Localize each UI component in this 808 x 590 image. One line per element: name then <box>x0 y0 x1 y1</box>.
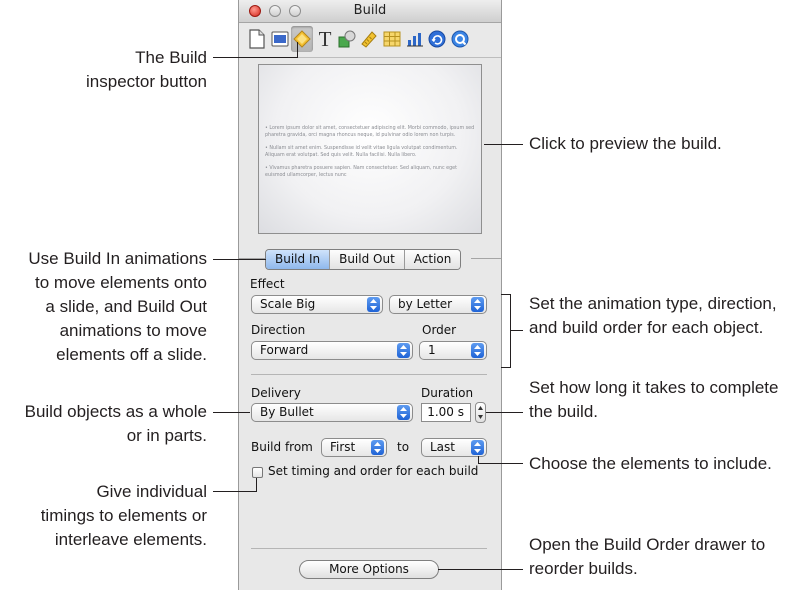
direction-popup[interactable]: Forward <box>251 341 413 360</box>
table-icon <box>383 31 401 47</box>
quicktime-icon <box>451 30 469 48</box>
leader-line <box>213 57 297 58</box>
leader-line <box>510 330 523 331</box>
callout-build-order: Open the Build Order drawer to reorder b… <box>529 535 766 578</box>
bottom-separator <box>251 548 487 549</box>
callout-build-in-out: Use Build In animations to move elements… <box>28 249 207 364</box>
build-icon <box>293 30 311 48</box>
tab-action[interactable]: Action <box>404 250 461 269</box>
text-inspector-button[interactable]: T <box>314 26 336 52</box>
more-options-button[interactable]: More Options <box>299 560 439 579</box>
effect-label: Effect <box>250 277 285 291</box>
leader-line <box>486 412 523 413</box>
callout-delivery: Build objects as a whole or in parts. <box>24 402 207 445</box>
leader-line <box>478 463 523 464</box>
callout-timings: Give individual timings to elements or i… <box>40 482 207 549</box>
build-tabs: Build In Build Out Action <box>265 249 462 270</box>
direction-value: Forward <box>260 343 309 357</box>
document-icon <box>249 29 265 49</box>
leader-line <box>484 144 523 145</box>
table-inspector-button[interactable] <box>381 26 403 52</box>
leader-line <box>256 478 257 492</box>
quicktime-inspector-button[interactable] <box>449 26 471 52</box>
order-label: Order <box>422 323 457 337</box>
popup-arrows-icon <box>367 297 380 312</box>
effect-value: Scale Big <box>260 297 316 311</box>
hyperlink-inspector-button[interactable] <box>426 26 448 52</box>
leader-line <box>297 42 298 58</box>
text-icon: T <box>319 29 332 49</box>
build-to-label: to <box>397 440 410 454</box>
slide-icon <box>271 31 289 47</box>
effect-detail-value: by Letter <box>398 297 453 311</box>
build-preview[interactable]: • Lorem ipsum dolor sit amet, consectetu… <box>258 64 482 234</box>
duration-field[interactable]: 1.00 s <box>421 403 471 422</box>
build-from-label: Build from <box>251 440 313 454</box>
inspector-toolbar: T <box>239 23 501 58</box>
build-from-value: First <box>330 440 356 454</box>
callout-animation-type: Set the animation type, direction, and b… <box>529 294 777 337</box>
callout-elements: Choose the elements to include. <box>529 454 772 473</box>
document-inspector-button[interactable] <box>246 26 268 52</box>
chart-icon <box>407 33 423 47</box>
duration-stepper[interactable] <box>475 402 486 423</box>
callout-duration: Set how long it takes to complete the bu… <box>529 378 779 421</box>
leader-line <box>213 412 250 413</box>
stepper-arrows-icon <box>478 406 483 419</box>
timing-order-label: Set timing and order for each build <box>268 464 479 478</box>
effect-popup[interactable]: Scale Big <box>251 295 383 314</box>
metrics-icon <box>361 31 377 48</box>
popup-arrows-icon <box>397 405 410 420</box>
order-value: 1 <box>428 343 436 357</box>
popup-arrows-icon <box>397 343 410 358</box>
section-separator <box>251 374 487 375</box>
callout-inspector-button: The Build inspector button <box>86 48 207 91</box>
chart-inspector-button[interactable] <box>404 26 426 52</box>
leader-line <box>213 259 266 260</box>
delivery-value: By Bullet <box>260 405 314 419</box>
tab-build-out[interactable]: Build Out <box>330 250 405 269</box>
title-bar[interactable]: Build <box>239 0 501 23</box>
preview-bullet: • Vivamus pharetra posuere sapien. Nam c… <box>265 166 457 178</box>
tab-divider-right <box>471 258 501 259</box>
callout-preview: Click to preview the build. <box>529 134 722 153</box>
svg-text:T: T <box>319 29 332 49</box>
leader-line <box>438 569 523 570</box>
build-from-popup[interactable]: First <box>321 438 387 457</box>
window-title: Build <box>353 3 387 18</box>
direction-label: Direction <box>251 323 306 337</box>
delivery-label: Delivery <box>251 386 301 400</box>
order-popup[interactable]: 1 <box>419 341 487 360</box>
build-to-value: Last <box>430 440 455 454</box>
effect-detail-popup[interactable]: by Letter <box>389 295 487 314</box>
build-inspector-window: Build T • Lorem ipsum dolor sit amet, co… <box>238 0 502 590</box>
build-inspector-button[interactable] <box>291 26 313 52</box>
popup-arrows-icon <box>471 343 484 358</box>
popup-arrows-icon <box>371 440 384 455</box>
hyperlink-icon <box>428 30 446 48</box>
build-to-popup[interactable]: Last <box>421 438 487 457</box>
preview-bullet: • Lorem ipsum dolor sit amet, consectetu… <box>265 126 475 138</box>
slide-inspector-button[interactable] <box>269 26 291 52</box>
leader-line <box>213 491 257 492</box>
metrics-inspector-button[interactable] <box>358 26 380 52</box>
tab-build-in[interactable]: Build In <box>266 250 331 269</box>
preview-bullet: • Nullam sit amet enim. Suspendisse id v… <box>265 146 458 158</box>
delivery-popup[interactable]: By Bullet <box>251 403 413 422</box>
popup-arrows-icon <box>471 440 484 455</box>
leader-line <box>501 367 511 368</box>
timing-order-checkbox[interactable] <box>252 467 263 478</box>
duration-label: Duration <box>421 386 474 400</box>
graphic-icon <box>338 30 356 48</box>
popup-arrows-icon <box>471 297 484 312</box>
graphic-inspector-button[interactable] <box>336 26 358 52</box>
